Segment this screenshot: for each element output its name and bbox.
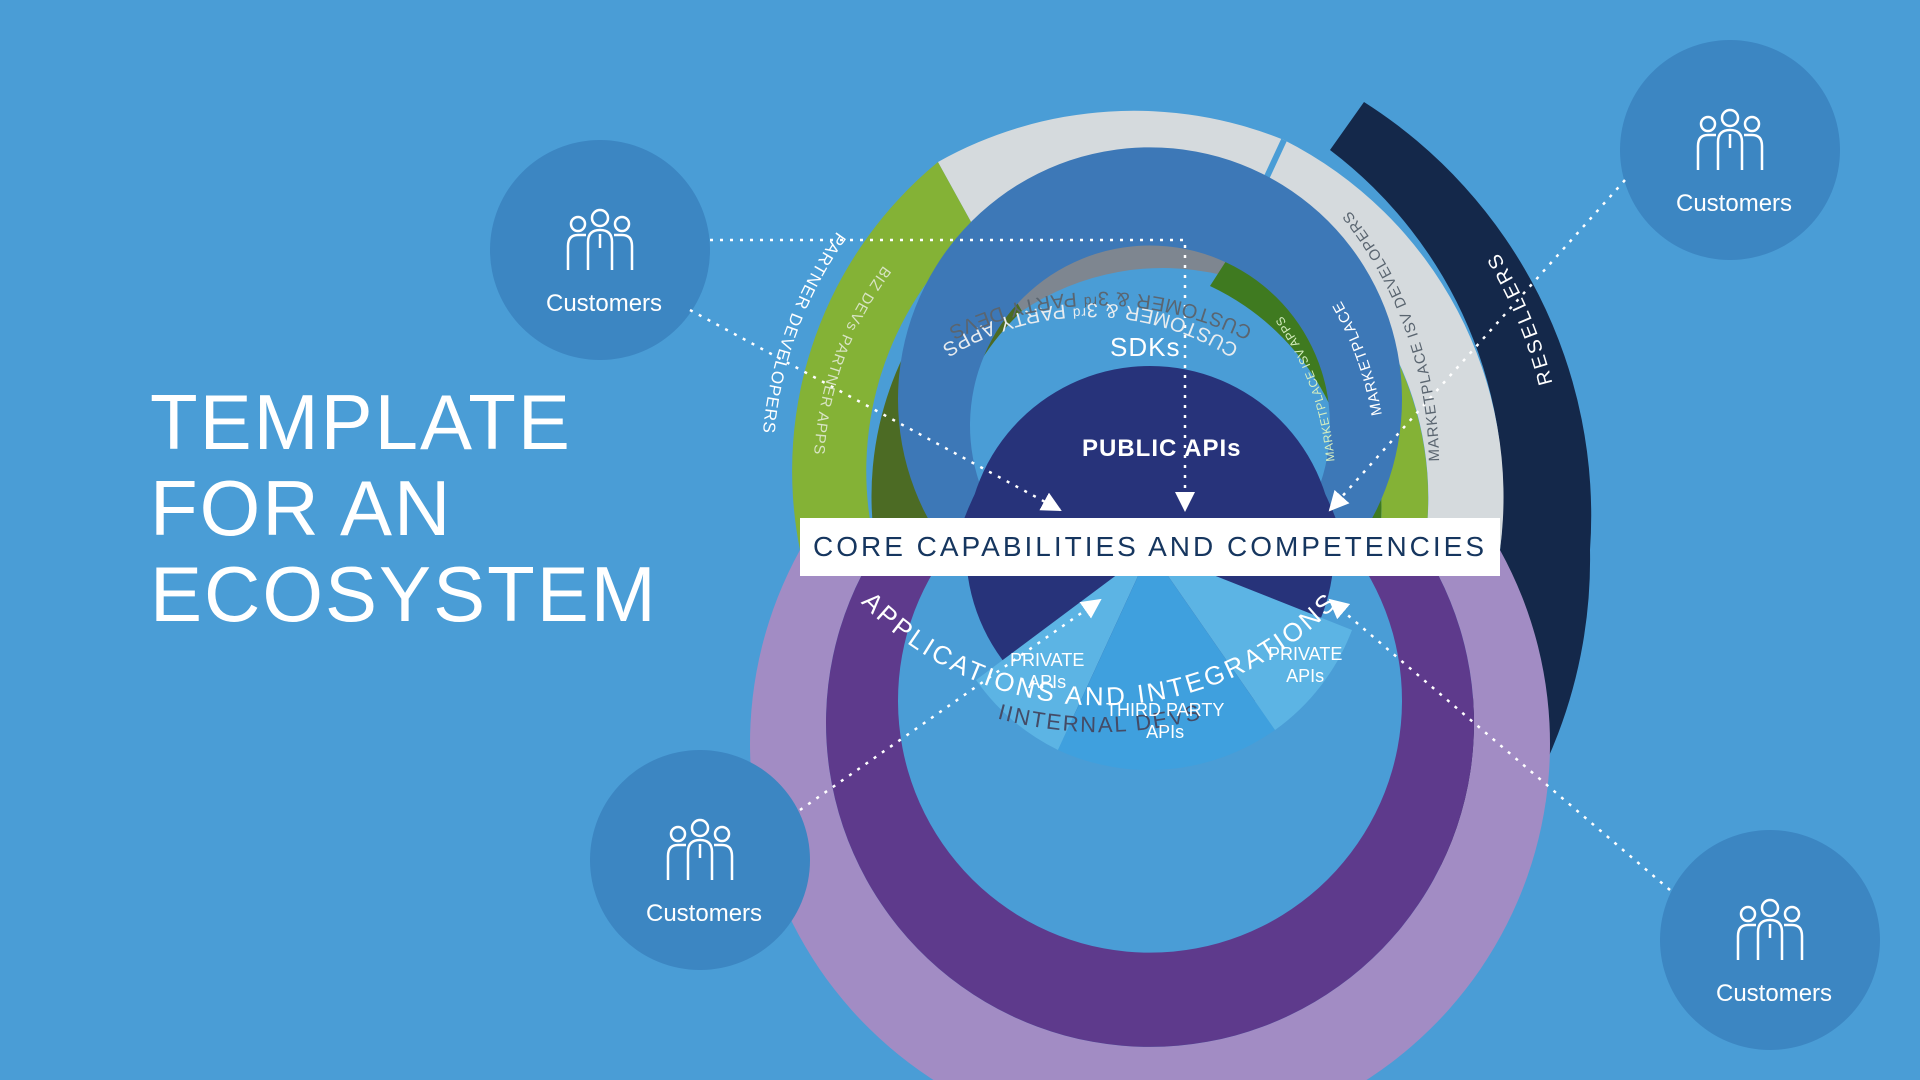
label-public-apis: PUBLIC APIs (1082, 435, 1241, 464)
customers-caption: Customers (1676, 190, 1792, 218)
customer-bubble-bottom-left (590, 750, 810, 970)
customers-caption: Customers (546, 290, 662, 318)
customer-bubble-top-left (490, 140, 710, 360)
label-private-apis-left: PRIVATE APIs (1010, 650, 1084, 693)
customers-caption: Customers (1716, 980, 1832, 1008)
label-private-apis-right: PRIVATE APIs (1268, 644, 1342, 687)
customer-bubble-top-right (1620, 40, 1840, 260)
customer-bubble-bottom-right (1660, 830, 1880, 1050)
diagram-stage: TEMPLATE FOR AN ECOSYSTEM (0, 0, 1920, 1080)
label-third-party-apis: THIRD PARTY APIs (1106, 700, 1224, 743)
customers-caption: Customers (646, 900, 762, 928)
core-bar: CORE CAPABILITIES AND COMPETENCIES (800, 518, 1500, 576)
label-sdks: SDKs (1110, 332, 1180, 363)
